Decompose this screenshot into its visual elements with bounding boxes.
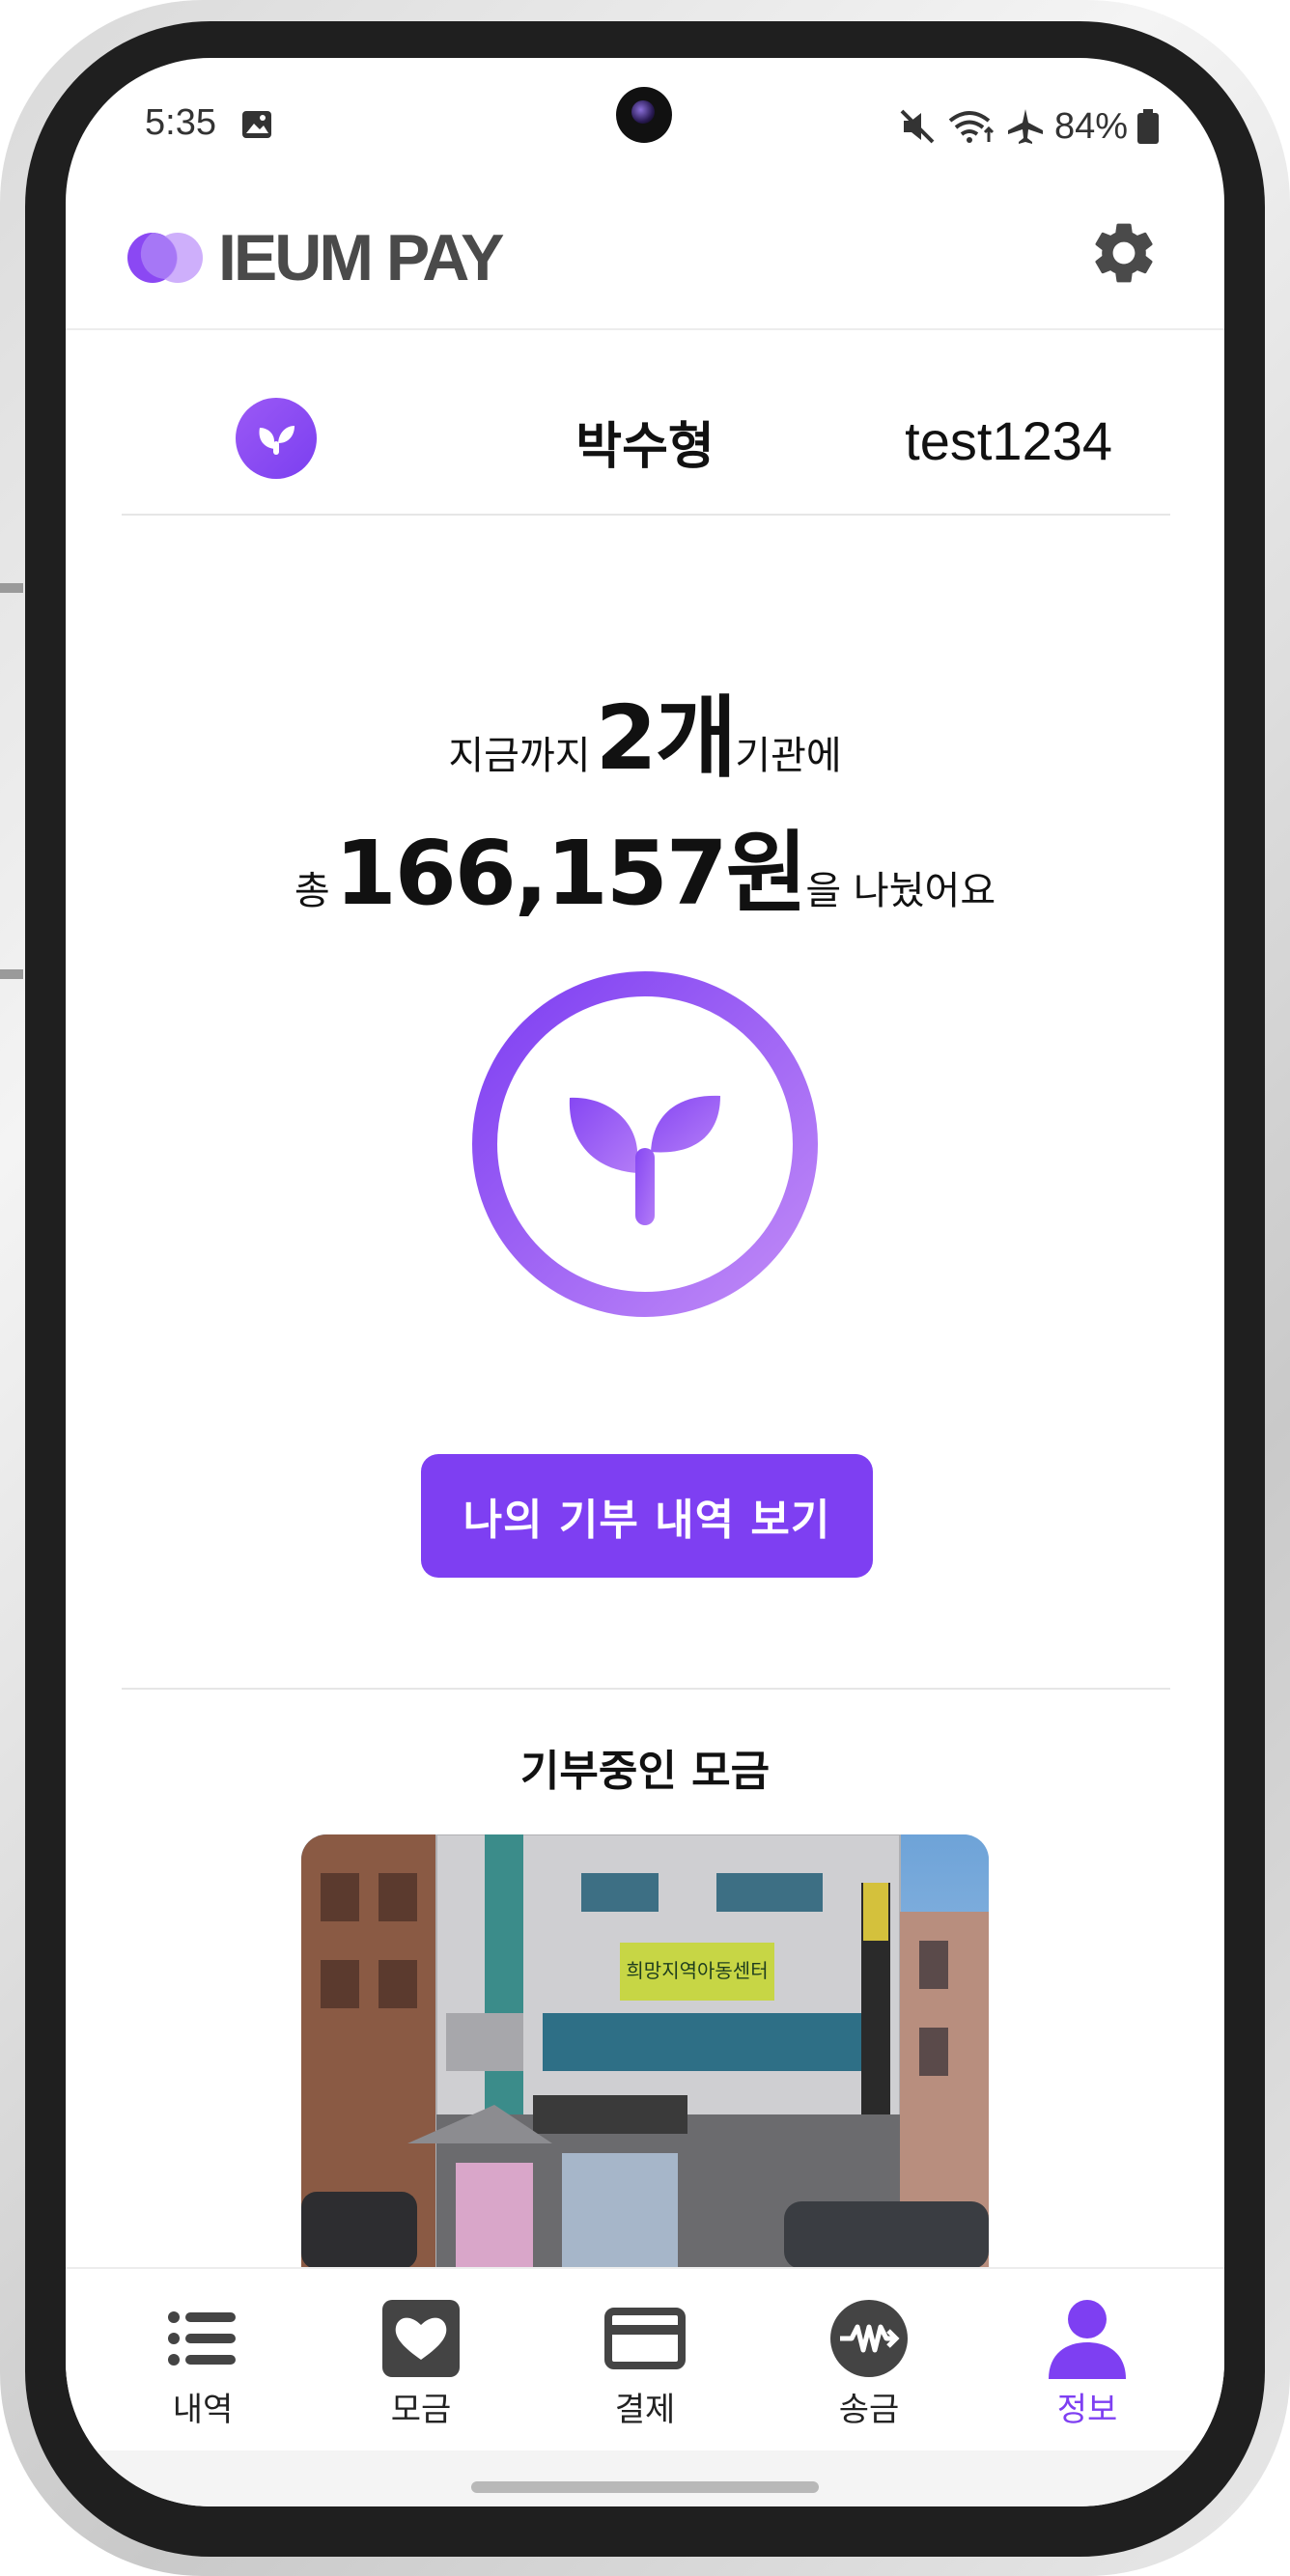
nav-label: 내역 xyxy=(172,2391,234,2429)
person-icon xyxy=(1049,2300,1126,2379)
list-icon xyxy=(168,2311,236,2366)
wifi-icon xyxy=(948,111,994,143)
battery-icon xyxy=(1137,109,1159,144)
gesture-bar-area xyxy=(66,2450,1224,2506)
sprout-badge-icon xyxy=(472,971,818,1317)
nav-label: 송금 xyxy=(838,2391,900,2429)
card-icon xyxy=(604,2308,686,2369)
section-title: 기부중인 모금 xyxy=(519,1747,771,1796)
nav-history[interactable]: 내역 xyxy=(126,2298,280,2443)
side-button xyxy=(0,583,23,593)
heart-icon xyxy=(382,2300,460,2377)
photo-sign-text: 희망지역아동센터 xyxy=(626,1959,768,1982)
side-button xyxy=(0,969,23,979)
airplane-icon xyxy=(1007,109,1043,144)
user-info-row: 박수형 test1234 xyxy=(66,382,1224,489)
user-divider xyxy=(122,514,1170,516)
home-indicator[interactable] xyxy=(471,2481,819,2493)
donation-history-button[interactable]: 나의 기부 내역 보기 xyxy=(421,1454,873,1578)
summary-prefix: 지금까지 xyxy=(448,734,591,778)
nav-label: 정보 xyxy=(1056,2391,1118,2429)
fundraising-photo[interactable]: 희망지역아동센터 xyxy=(301,1834,989,2269)
nav-label: 결제 xyxy=(614,2391,676,2429)
brand-name: IEUM PAY xyxy=(218,221,504,294)
nav-payment[interactable]: 결제 xyxy=(568,2298,722,2443)
app-header: IEUM PAY xyxy=(66,203,1224,319)
amount-suffix: 을 나눴어요 xyxy=(805,869,996,913)
user-id: test1234 xyxy=(905,410,1112,471)
amount-prefix: 총 xyxy=(294,869,330,913)
donation-amount: 166,157원 xyxy=(334,822,808,925)
gear-icon[interactable] xyxy=(1087,216,1161,290)
donation-summary-orgs: 지금까지 2개기관에 xyxy=(66,666,1224,795)
bottom-navigation: 내역 모금 결제 송금 정보 xyxy=(66,2267,1224,2452)
image-notification-icon xyxy=(242,111,271,138)
nav-transfer[interactable]: 송금 xyxy=(792,2298,946,2443)
nav-info[interactable]: 정보 xyxy=(1010,2298,1164,2443)
building-image: 희망지역아동센터 xyxy=(301,1834,989,2269)
nav-fundraising[interactable]: 모금 xyxy=(344,2298,498,2443)
front-camera xyxy=(616,87,672,143)
transfer-icon xyxy=(830,2300,908,2377)
mute-icon xyxy=(900,109,935,144)
section-divider xyxy=(122,1688,1170,1690)
status-right: 84% xyxy=(898,102,1159,151)
logo-mark-icon xyxy=(127,233,203,283)
org-count: 2개 xyxy=(595,686,738,790)
header-divider xyxy=(66,328,1224,330)
status-time: 5:35 xyxy=(145,102,216,143)
nav-label: 모금 xyxy=(390,2391,452,2429)
screen: 5:35 84% IEUM PAY 박수형 test1234 지금까지 2개기관… xyxy=(66,58,1224,2506)
brand-logo: IEUM PAY xyxy=(126,220,504,295)
summary-suffix: 기관에 xyxy=(735,734,842,778)
donation-summary-amount: 총 166,157원을 나눴어요 xyxy=(66,801,1224,930)
battery-percent: 84% xyxy=(1053,105,1128,147)
